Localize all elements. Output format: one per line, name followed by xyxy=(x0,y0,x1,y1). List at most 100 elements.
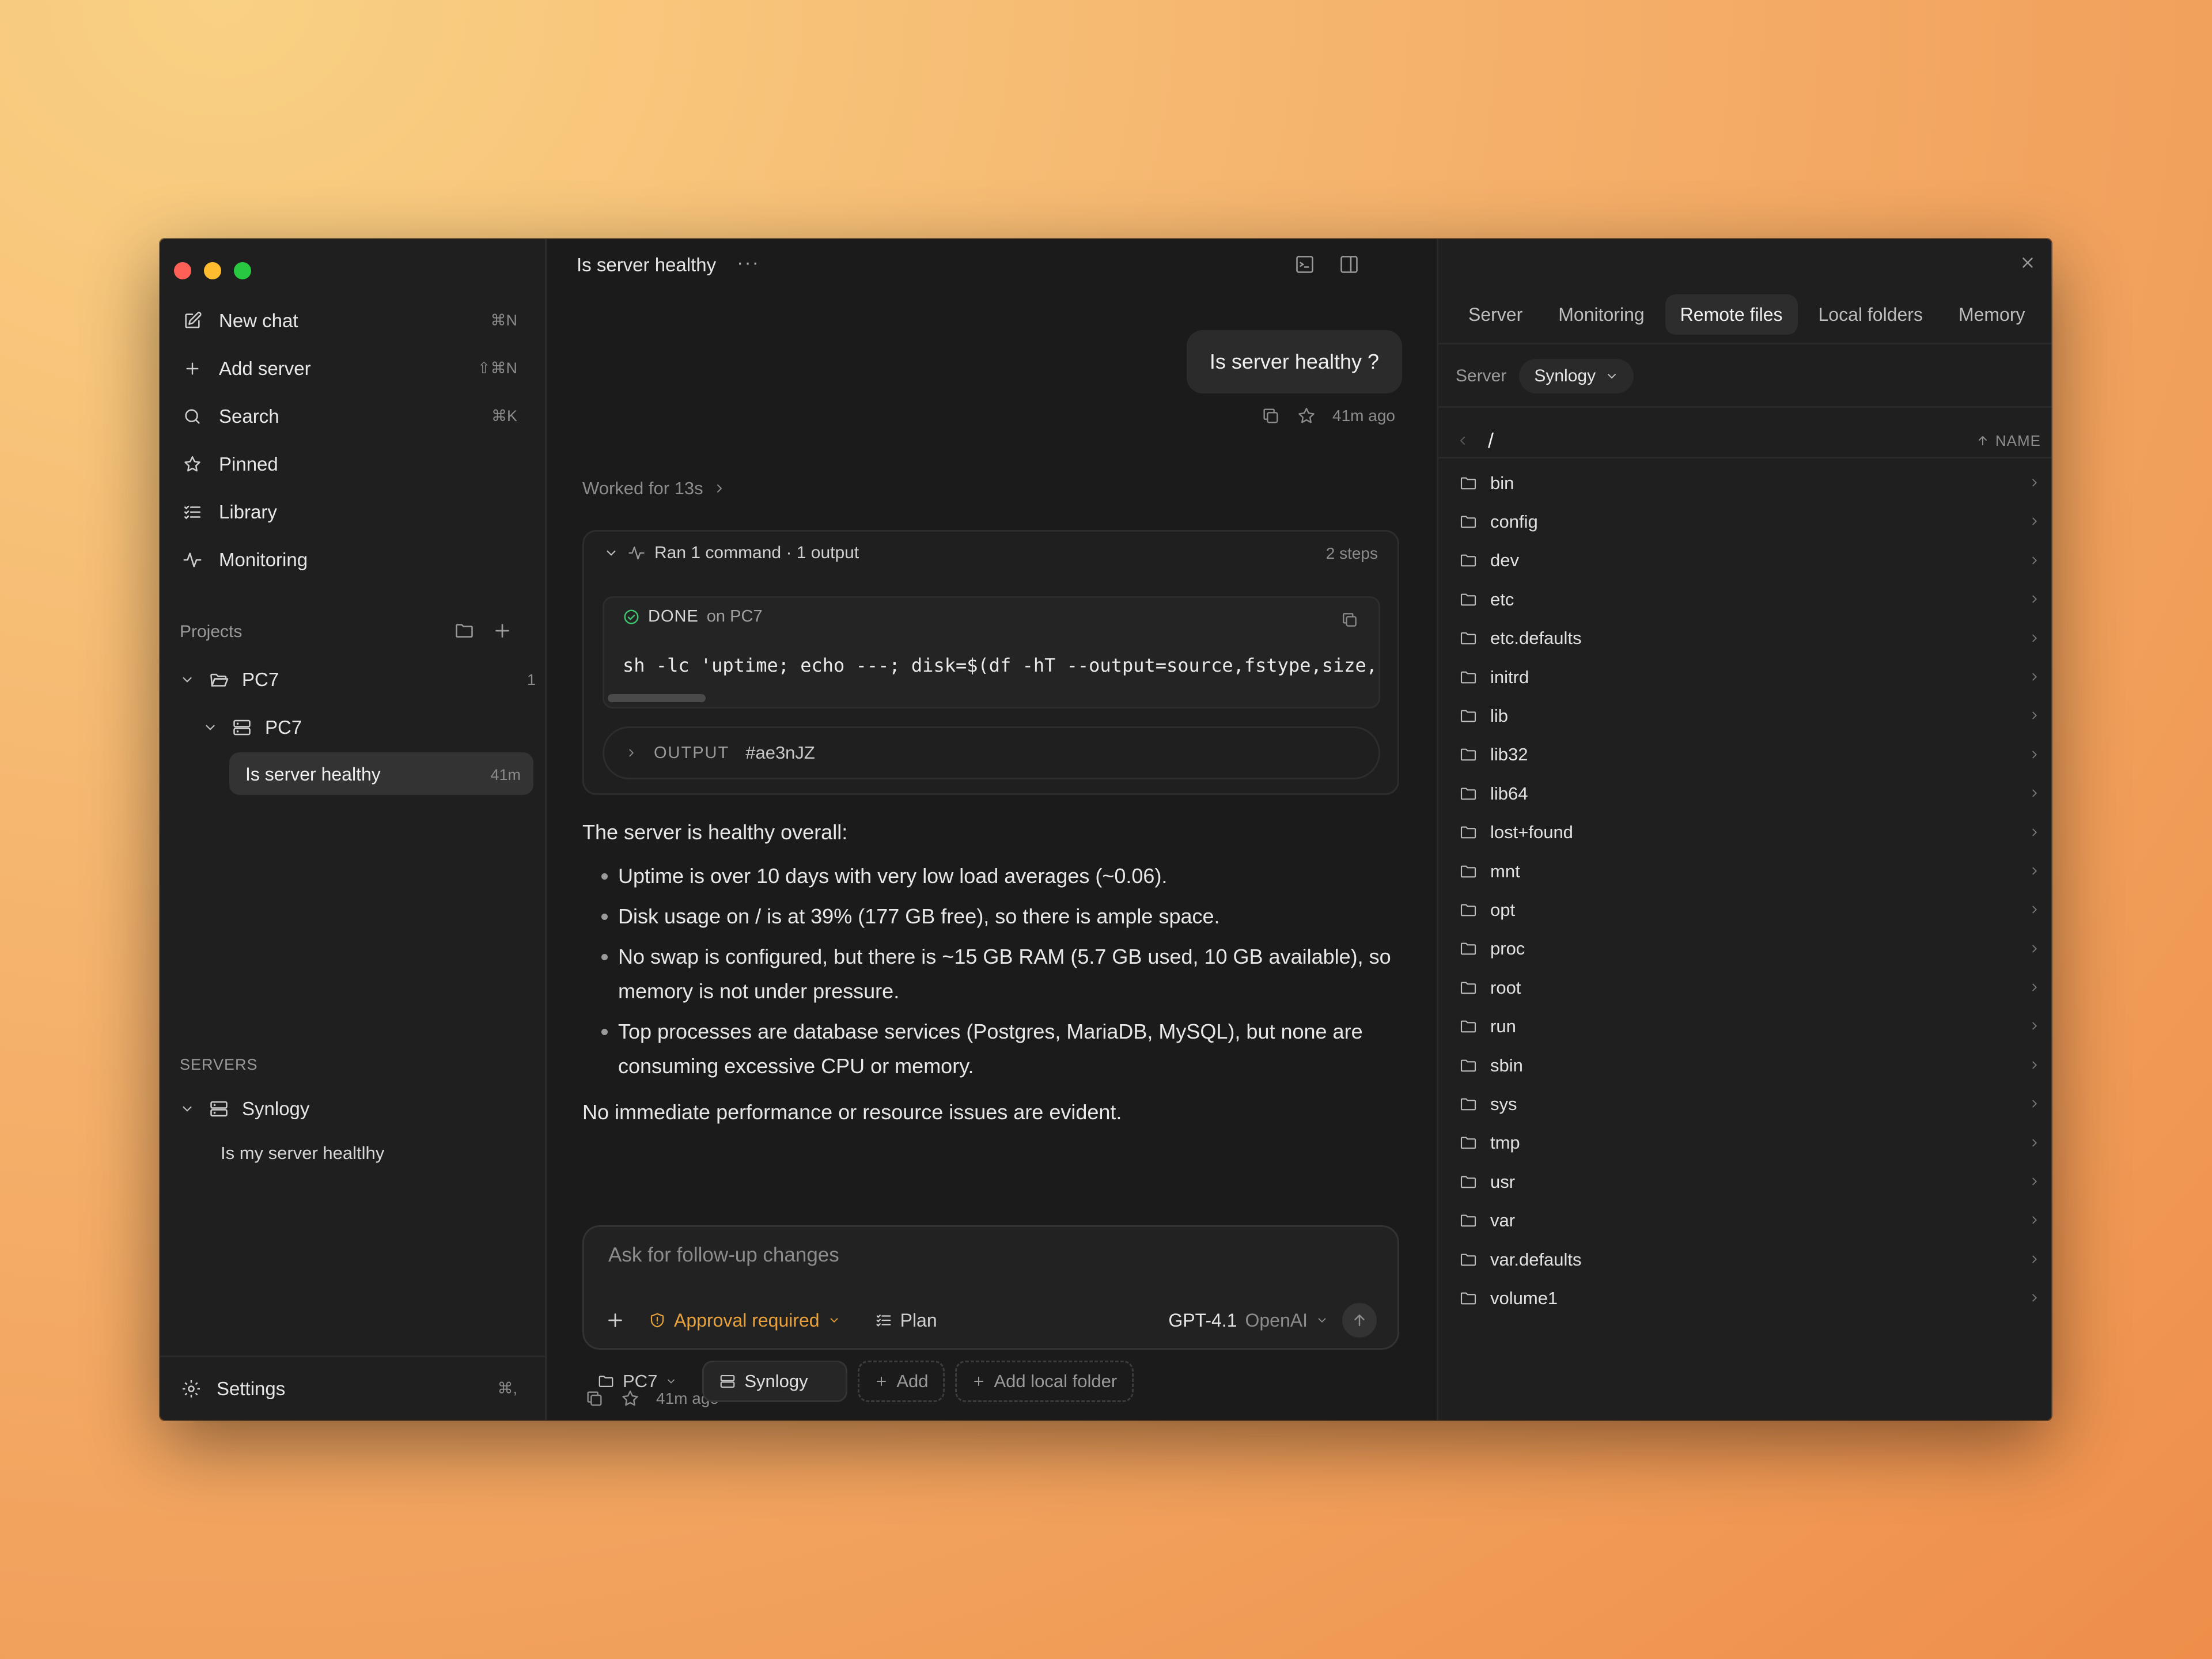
file-row[interactable]: lost+found xyxy=(1438,813,2051,852)
back-button[interactable] xyxy=(1456,434,1469,448)
worked-for-toggle[interactable]: Worked for 13s xyxy=(582,478,726,499)
folder-icon xyxy=(1459,474,1479,493)
command-card-header[interactable]: Ran 1 command · 1 output xyxy=(604,543,859,563)
horizontal-scrollbar[interactable] xyxy=(608,694,706,702)
file-row[interactable]: initrd xyxy=(1438,658,2051,696)
sidebar-toggle-icon[interactable] xyxy=(1339,254,1361,276)
zoom-window-button[interactable] xyxy=(234,262,251,279)
chevron-right-icon xyxy=(2028,671,2041,683)
chevron-down-icon[interactable] xyxy=(179,671,196,688)
add-local-folder-button[interactable]: Add local folder xyxy=(955,1361,1134,1402)
search-button[interactable]: Search ⌘K xyxy=(160,392,545,440)
file-row[interactable]: dev xyxy=(1438,541,2051,580)
worked-for-label: Worked for 13s xyxy=(582,478,703,498)
settings-button[interactable]: Settings ⌘, xyxy=(160,1355,545,1420)
new-folder-button[interactable] xyxy=(454,620,475,641)
project-name: PC7 xyxy=(242,669,279,690)
folder-icon xyxy=(1459,939,1479,959)
copy-icon[interactable] xyxy=(1261,406,1281,426)
projects-label: Projects xyxy=(180,622,243,641)
chevron-right-icon xyxy=(2028,903,2041,916)
folder-icon xyxy=(597,1373,615,1390)
server-icon xyxy=(209,1099,229,1119)
subproject-pc7[interactable]: PC7 xyxy=(160,707,586,748)
file-row[interactable]: sys xyxy=(1438,1085,2051,1123)
composer-toolbar: Approval required Plan GPT-4.1 OpenAI xyxy=(605,1303,1377,1338)
project-chip[interactable]: PC7 xyxy=(582,1361,692,1402)
file-list: bin config dev etc etc.defaults initrd lib lib3… xyxy=(1438,464,2051,1318)
file-name: proc xyxy=(1490,938,1525,959)
sort-by-name-button[interactable]: NAME xyxy=(1976,432,2041,450)
chevron-right-icon xyxy=(2028,787,2041,800)
minimize-window-button[interactable] xyxy=(204,262,221,279)
file-row[interactable]: bin xyxy=(1438,464,2051,502)
tab-memory[interactable]: Memory xyxy=(1944,294,2040,335)
file-row[interactable]: proc xyxy=(1438,930,2051,968)
server-chip[interactable]: Synlogy xyxy=(702,1361,848,1402)
sidebar-nav: New chat ⌘N Add server ⇧⌘N Search ⌘K Pin… xyxy=(160,297,545,584)
file-row[interactable]: mnt xyxy=(1438,852,2051,891)
close-panel-button[interactable] xyxy=(2019,254,2036,271)
file-row[interactable]: etc.defaults xyxy=(1438,619,2051,658)
server-chat-item[interactable]: Is my server healtlhy 5d xyxy=(160,1133,605,1173)
tab-remote-files[interactable]: Remote files xyxy=(1665,294,1798,335)
folder-icon xyxy=(1459,900,1479,920)
approval-dropdown[interactable]: Approval required xyxy=(649,1310,840,1331)
terminal-toggle-button[interactable] xyxy=(1294,254,1316,276)
folder-icon xyxy=(1459,590,1479,609)
pinned-button[interactable]: Pinned xyxy=(160,440,545,488)
send-button[interactable] xyxy=(1342,1303,1377,1338)
project-pc7[interactable]: PC7 1 xyxy=(160,660,563,700)
server-label: Server xyxy=(1456,366,1507,385)
add-server-button[interactable]: Add server ⇧⌘N xyxy=(160,344,545,392)
answer-list: Uptime is over 10 days with very low loa… xyxy=(582,859,1412,1084)
attach-plus-button[interactable] xyxy=(605,1310,626,1331)
follow-up-input[interactable] xyxy=(607,1243,1358,1267)
active-chat-item[interactable]: Is server healthy 41m xyxy=(229,752,533,795)
chevron-down-icon[interactable] xyxy=(179,1100,196,1118)
chevron-down-icon[interactable] xyxy=(202,719,219,736)
arrow-up-icon xyxy=(1978,436,1987,445)
file-row[interactable]: sbin xyxy=(1438,1046,2051,1085)
more-options-button[interactable]: ··· xyxy=(737,252,760,274)
server-icon xyxy=(719,1373,736,1390)
model-selector[interactable]: GPT-4.1 OpenAI xyxy=(1168,1310,1328,1331)
project-chip-label: PC7 xyxy=(623,1371,658,1391)
file-row[interactable]: var.defaults xyxy=(1438,1240,2051,1279)
nav-label: New chat xyxy=(219,309,298,331)
server-synlogy[interactable]: Synlogy xyxy=(160,1089,563,1129)
star-icon[interactable] xyxy=(1297,406,1316,426)
output-toggle[interactable]: OUTPUT #ae3nJZ xyxy=(603,726,1380,779)
file-row[interactable]: var xyxy=(1438,1201,2051,1240)
folder-icon xyxy=(1459,1017,1479,1036)
tab-server[interactable]: Server xyxy=(1453,294,1537,335)
monitoring-button[interactable]: Monitoring xyxy=(160,536,545,584)
file-row[interactable]: volume1 xyxy=(1438,1279,2051,1317)
plan-button[interactable]: Plan xyxy=(875,1310,937,1331)
activity-icon xyxy=(181,548,204,571)
file-row[interactable]: tmp xyxy=(1438,1124,2051,1162)
shortcut-hint: ⇧⌘N xyxy=(477,359,517,377)
library-button[interactable]: Library xyxy=(160,488,545,536)
tab-local-folders[interactable]: Local folders xyxy=(1804,294,1938,335)
add-chip-button[interactable]: Add xyxy=(858,1361,945,1402)
file-name: lib32 xyxy=(1490,744,1528,765)
new-chat-button[interactable]: New chat ⌘N xyxy=(160,297,545,344)
file-row[interactable]: usr xyxy=(1438,1162,2051,1201)
tab-monitoring[interactable]: Monitoring xyxy=(1543,294,1659,335)
file-row[interactable]: config xyxy=(1438,502,2051,541)
file-row[interactable]: opt xyxy=(1438,891,2051,929)
file-row[interactable]: etc xyxy=(1438,580,2051,619)
file-row[interactable]: lib64 xyxy=(1438,774,2051,813)
file-row[interactable]: lib xyxy=(1438,696,2051,735)
add-project-button[interactable] xyxy=(492,620,513,641)
file-row[interactable]: run xyxy=(1438,1007,2051,1046)
folder-icon xyxy=(1459,745,1479,764)
file-row[interactable]: lib32 xyxy=(1438,736,2051,774)
file-row[interactable]: root xyxy=(1438,968,2051,1007)
copy-command-button[interactable] xyxy=(1340,611,1359,629)
chevron-right-icon xyxy=(2028,554,2041,567)
server-select[interactable]: Synlogy xyxy=(1519,359,1634,393)
close-window-button[interactable] xyxy=(174,262,191,279)
divider xyxy=(1438,457,2051,459)
